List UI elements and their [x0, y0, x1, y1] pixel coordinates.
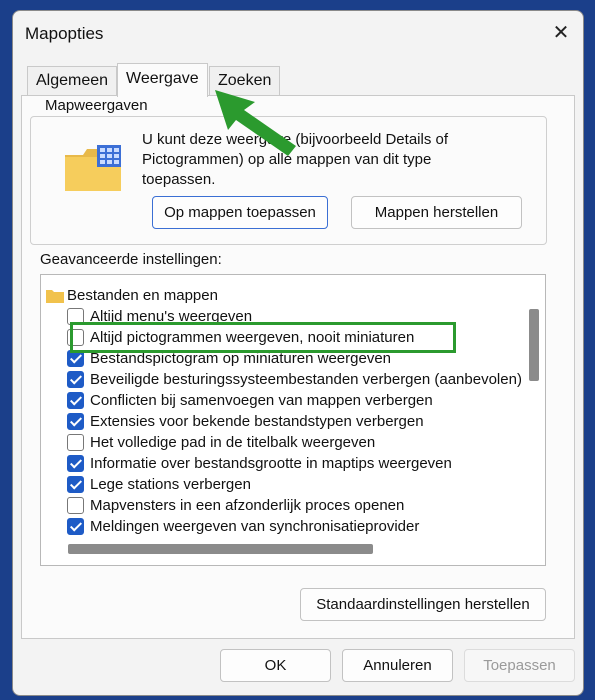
list-root-label: Bestanden en mappen — [67, 287, 218, 304]
checkbox[interactable] — [67, 392, 84, 409]
checkbox[interactable] — [67, 413, 84, 430]
folder-icon — [46, 290, 64, 303]
folder-views-icon — [65, 145, 121, 191]
list-item-label: Mapvensters in een afzonderlijk proces o… — [90, 497, 405, 514]
list-item-label: Extensies voor bekende bestandstypen ver… — [90, 413, 424, 430]
vertical-scrollbar[interactable] — [523, 275, 545, 535]
checkbox[interactable] — [67, 434, 84, 451]
annotation-highlight-box — [70, 322, 456, 353]
reset-folders-button[interactable]: Mappen herstellen — [351, 196, 522, 229]
advanced-settings-items: Bestanden en mappen Altijd menu's weerge… — [41, 275, 521, 535]
checkbox[interactable] — [67, 497, 84, 514]
checkbox[interactable] — [67, 476, 84, 493]
apply-button[interactable]: Toepassen — [464, 649, 575, 682]
tab-general[interactable]: Algemeen — [27, 66, 118, 96]
horizontal-scrollbar[interactable] — [41, 537, 545, 565]
folder-views-description: U kunt deze weergave (bijvoorbeeld Detai… — [142, 131, 448, 188]
checkbox[interactable] — [67, 455, 84, 472]
checkbox[interactable] — [67, 371, 84, 388]
tab-view[interactable]: Weergave — [117, 63, 208, 97]
ok-button[interactable]: OK — [220, 649, 331, 682]
list-item-label: Beveiligde besturingssysteembestanden ve… — [90, 371, 521, 388]
cancel-button[interactable]: Annuleren — [342, 649, 453, 682]
advanced-settings-list[interactable]: Bestanden en mappen Altijd menu's weerge… — [40, 274, 546, 566]
apply-to-folders-button[interactable]: Op mappen toepassen — [152, 196, 328, 229]
list-item-label: Lege stations verbergen — [90, 476, 251, 493]
advanced-settings-label: Geavanceerde instellingen: — [40, 251, 222, 268]
vertical-scrollbar-thumb[interactable] — [529, 309, 539, 381]
list-item-label: Informatie over bestandsgrootte in mapti… — [90, 455, 452, 472]
list-item-label: Conflicten bij samenvoegen van mappen ve… — [90, 392, 433, 409]
close-icon[interactable]: ✕ — [549, 21, 573, 45]
annotation-arrow-icon — [215, 90, 296, 156]
dialog-title: Mapopties — [25, 24, 104, 43]
restore-defaults-button[interactable]: Standaardinstellingen herstellen — [300, 588, 546, 621]
folder-views-label: Mapweergaven — [42, 97, 151, 114]
horizontal-scrollbar-thumb[interactable] — [68, 544, 373, 554]
checkbox[interactable] — [67, 518, 84, 535]
list-item-label: Het volledige pad in de titelbalk weerge… — [90, 434, 376, 451]
title-bar: Mapopties ✕ — [13, 11, 583, 59]
list-item-label: Meldingen weergeven van synchronisatiepr… — [90, 518, 420, 535]
